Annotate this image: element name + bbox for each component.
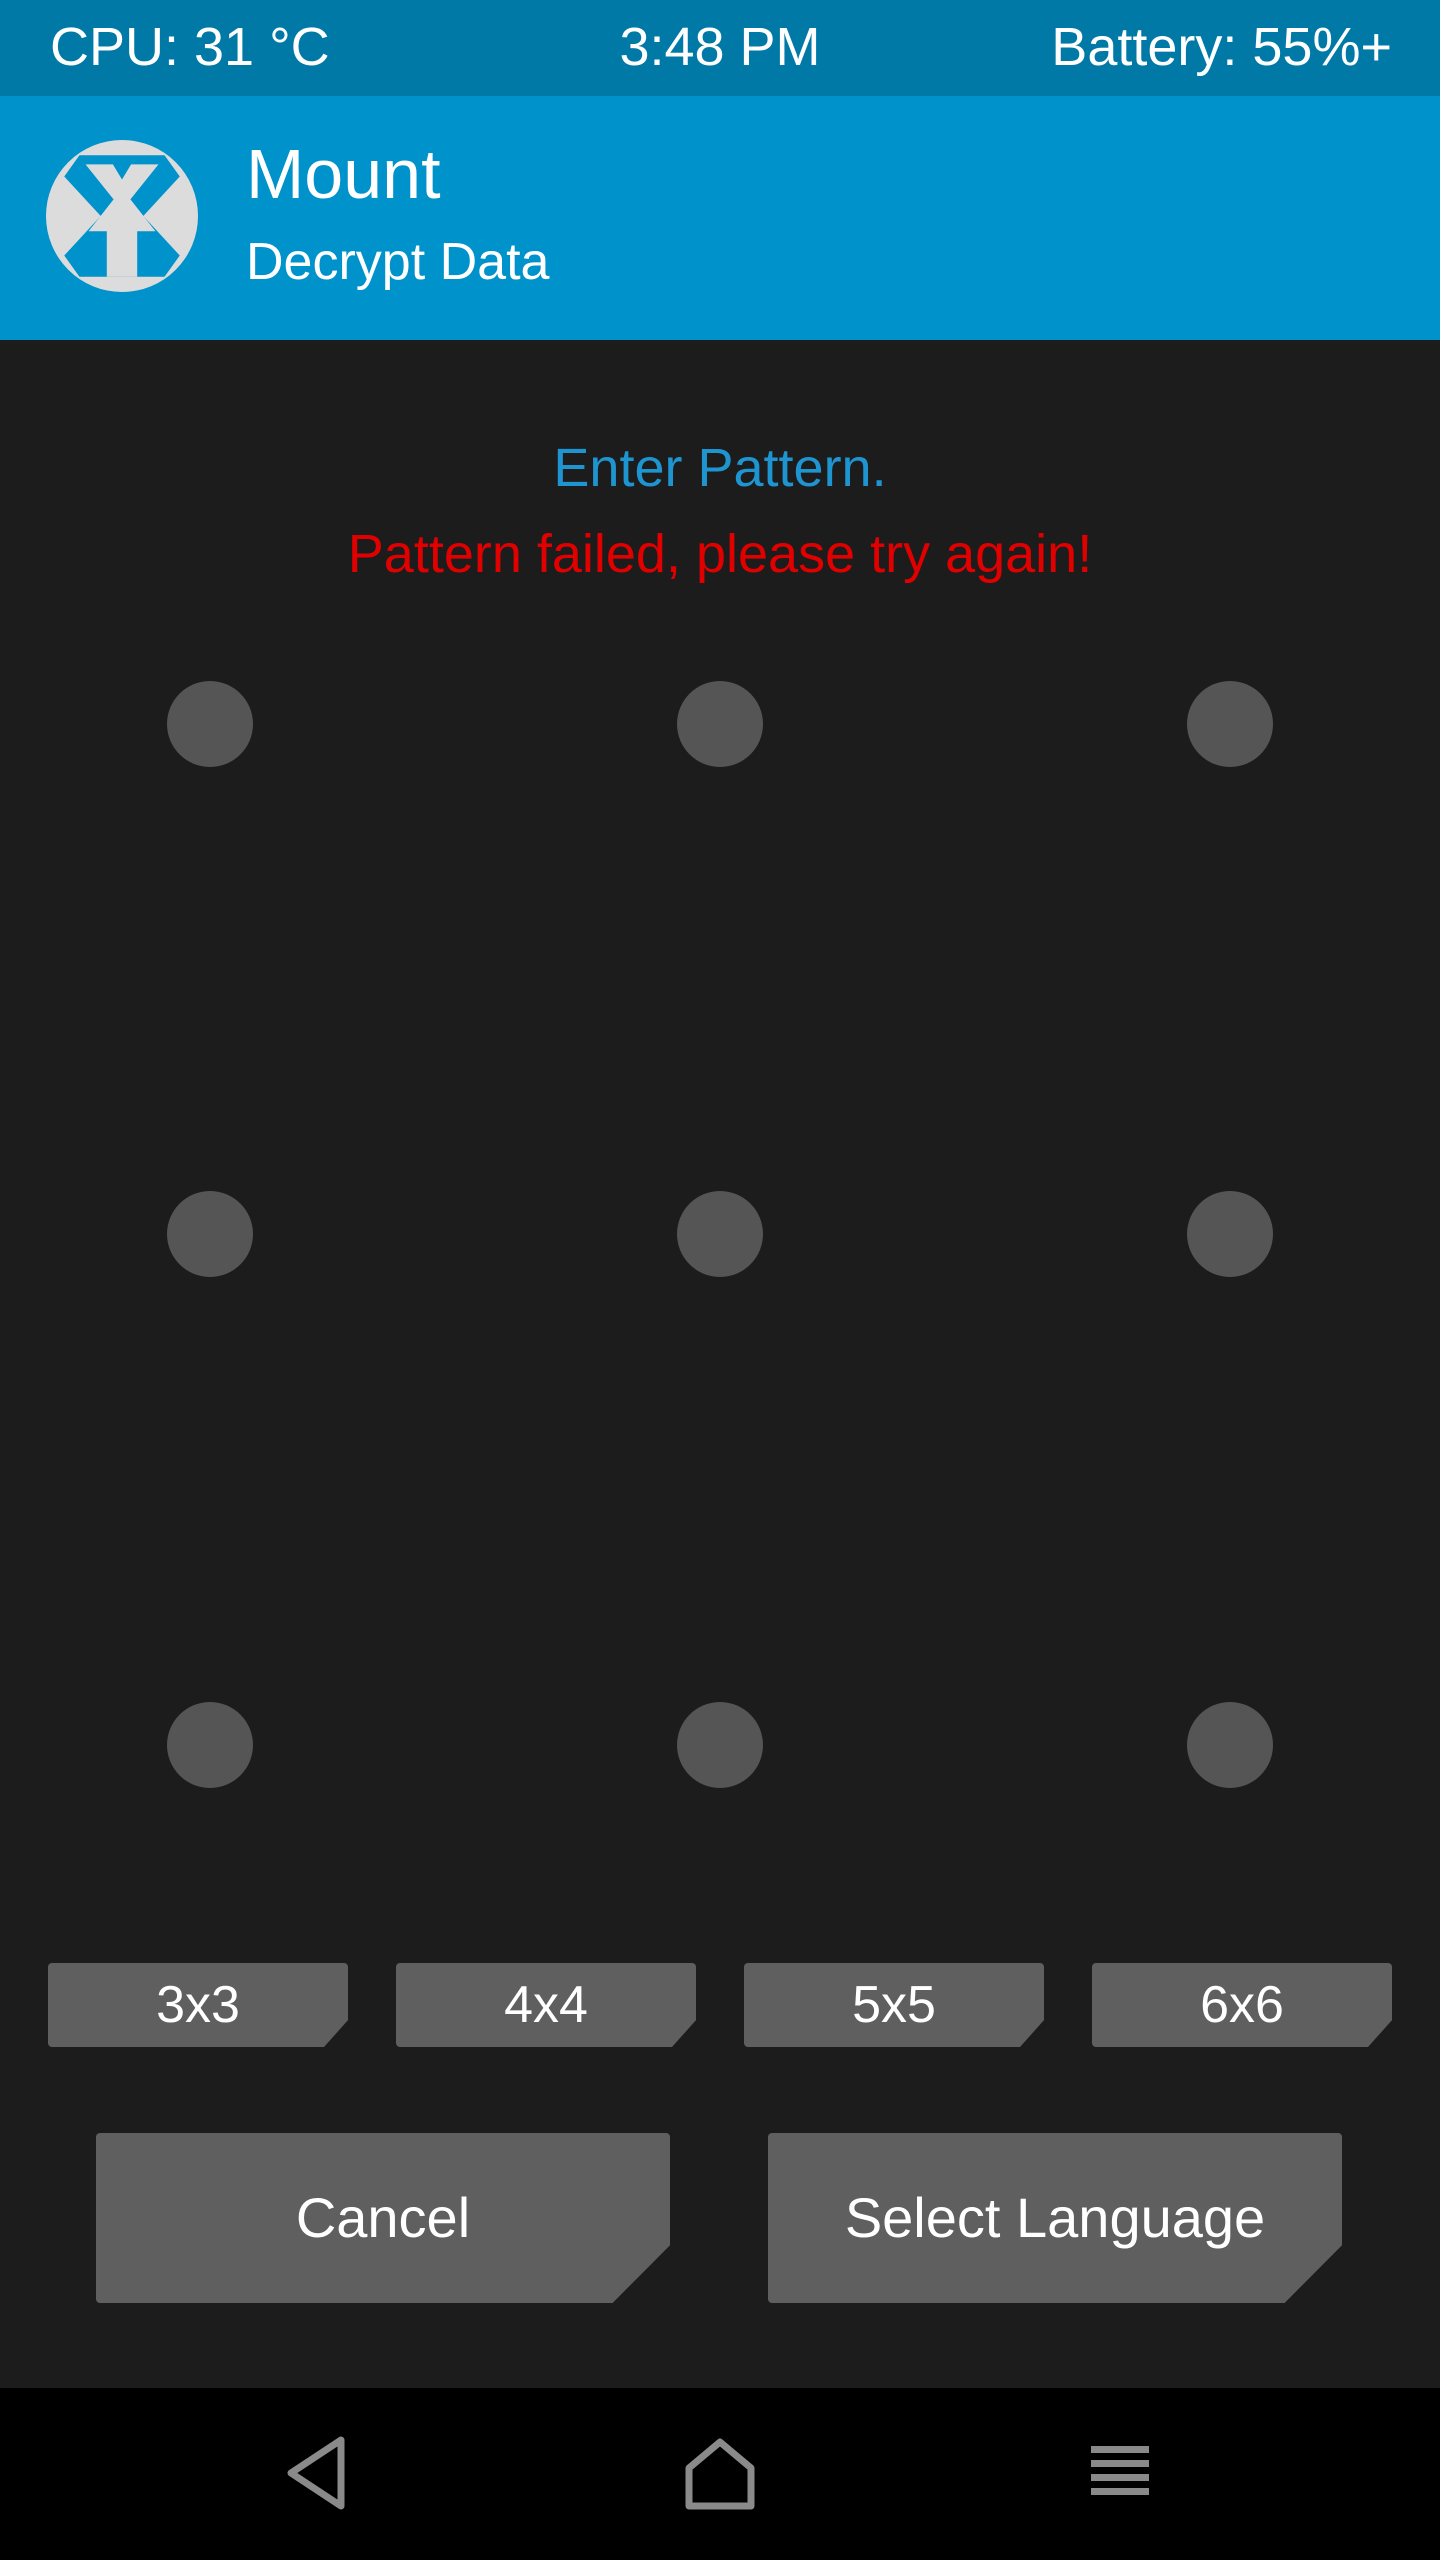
pattern-dot[interactable] xyxy=(677,681,763,767)
page-subtitle: Decrypt Data xyxy=(246,233,550,291)
pattern-dot[interactable] xyxy=(677,1702,763,1788)
pattern-dot[interactable] xyxy=(1187,1191,1273,1277)
grid-size-5x5-button[interactable]: 5x5 xyxy=(744,1963,1044,2047)
pattern-dot[interactable] xyxy=(167,681,253,767)
grid-size-3x3-button[interactable]: 3x3 xyxy=(48,1963,348,2047)
twrp-logo-icon xyxy=(46,140,198,292)
battery-status: Battery: 55%+ xyxy=(1051,17,1392,77)
grid-size-4x4-button[interactable]: 4x4 xyxy=(396,1963,696,2047)
navigation-bar xyxy=(0,2388,1440,2560)
menu-icon[interactable] xyxy=(1075,2428,1165,2518)
pattern-dot[interactable] xyxy=(167,1191,253,1277)
pattern-dot[interactable] xyxy=(1187,1702,1273,1788)
back-icon[interactable] xyxy=(275,2428,365,2518)
page-header: Mount Decrypt Data xyxy=(0,96,1440,340)
decrypt-screen: CPU: 31 °C 3:48 PM Battery: 55%+ Mount D… xyxy=(0,0,1440,2560)
pattern-dot[interactable] xyxy=(1187,681,1273,767)
pattern-prompt: Enter Pattern. xyxy=(553,438,887,498)
grid-size-6x6-button[interactable]: 6x6 xyxy=(1092,1963,1392,2047)
pattern-error-message: Pattern failed, please try again! xyxy=(347,524,1093,584)
pattern-dot[interactable] xyxy=(677,1191,763,1277)
home-icon[interactable] xyxy=(675,2428,765,2518)
page-title: Mount xyxy=(246,135,441,213)
select-language-button[interactable]: Select Language xyxy=(768,2133,1342,2303)
cancel-button[interactable]: Cancel xyxy=(96,2133,670,2303)
pattern-dot[interactable] xyxy=(167,1702,253,1788)
status-bar: CPU: 31 °C 3:48 PM Battery: 55%+ xyxy=(0,0,1440,96)
